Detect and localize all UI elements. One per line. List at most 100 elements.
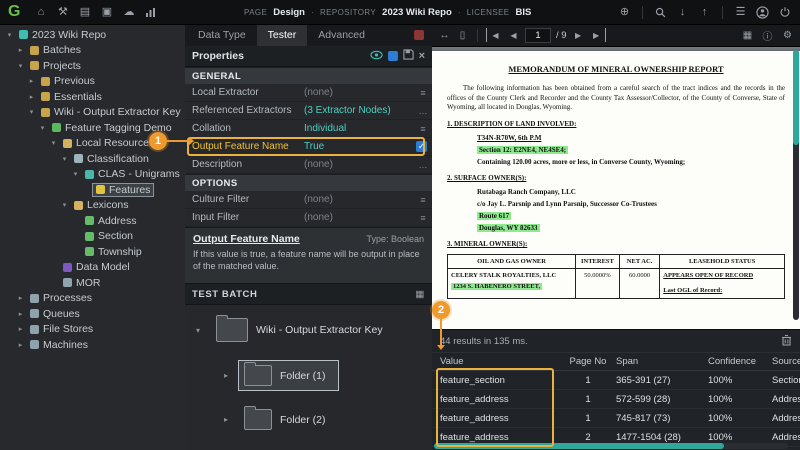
next-page-icon[interactable]: ▶ — [572, 28, 585, 42]
tab-data-type[interactable]: Data Type — [187, 25, 257, 46]
row-menu-icon[interactable]: ≡ — [414, 88, 432, 98]
expander-icon[interactable]: ▸ — [221, 415, 231, 424]
property-row-culture-filter[interactable]: Culture Filter (none) ≡ — [185, 191, 432, 209]
thumbnails-icon[interactable]: ▦ — [741, 28, 754, 42]
tab-advanced[interactable]: Advanced — [307, 25, 376, 46]
tree-item-lexicons[interactable]: ▾Lexicons — [0, 198, 185, 214]
horizontal-scrollbar[interactable] — [434, 443, 788, 449]
property-row-local-extractor[interactable]: Local Extractor (none) ≡ — [185, 84, 432, 102]
scrollbar-thumb[interactable] — [793, 50, 799, 145]
layers-icon[interactable]: ☰ — [733, 5, 748, 20]
single-page-icon[interactable]: ▯ — [456, 28, 469, 42]
tree-item-processes[interactable]: ▸Processes — [0, 291, 185, 307]
property-row-description[interactable]: Description (none) … — [185, 156, 432, 174]
dock-icon[interactable] — [388, 51, 398, 61]
row-menu-icon[interactable]: ≡ — [414, 213, 432, 223]
upload-icon[interactable]: ↑ — [697, 5, 712, 20]
expander-icon[interactable]: ▸ — [15, 46, 26, 54]
tree-item-features[interactable]: Features — [0, 182, 185, 198]
tree-item-wiki-output-extractor-key[interactable]: ▾Wiki - Output Extractor Key — [0, 105, 185, 121]
expander-icon[interactable]: ▾ — [59, 155, 70, 163]
property-row-input-filter[interactable]: Input Filter (none) ≡ — [185, 209, 432, 227]
property-value[interactable]: (none) — [304, 194, 414, 205]
tree-item-section[interactable]: Section — [0, 229, 185, 245]
expander-icon[interactable]: ▾ — [70, 170, 81, 178]
tree-item-data-model[interactable]: Data Model — [0, 260, 185, 276]
property-row-collation[interactable]: Collation Individual ≡ — [185, 120, 432, 138]
batch-root-folder[interactable]: ▾ Wiki - Output Extractor Key — [193, 313, 432, 347]
property-value[interactable]: Individual — [304, 123, 414, 134]
batch-grid-icon[interactable]: ▦ — [415, 289, 425, 300]
tree-item-file-stores[interactable]: ▸File Stores — [0, 322, 185, 338]
tree-item-mor[interactable]: MOR — [0, 275, 185, 291]
expander-icon[interactable]: ▾ — [4, 31, 15, 39]
tree-item-projects[interactable]: ▾Projects — [0, 58, 185, 74]
expander-icon[interactable]: ▾ — [48, 139, 59, 147]
column-header-value[interactable]: Value — [432, 356, 560, 367]
expander-icon[interactable]: ▸ — [26, 77, 37, 85]
checkbox-checked[interactable]: ✓ — [416, 141, 427, 152]
result-row[interactable]: feature_section 1 365-391 (27) 100% Sect… — [432, 371, 800, 390]
result-row[interactable]: feature_address 1 572-599 (28) 100% Addr… — [432, 390, 800, 409]
property-value[interactable]: (none) — [304, 87, 414, 98]
property-value[interactable]: True — [304, 141, 416, 152]
column-header-span[interactable]: Span — [616, 356, 708, 367]
archive-icon[interactable]: ▤ — [77, 5, 92, 20]
property-value[interactable]: (none) — [304, 159, 414, 170]
row-menu-icon[interactable]: ≡ — [414, 124, 432, 134]
repository-value[interactable]: 2023 Wiki Repo — [382, 7, 452, 18]
power-icon[interactable] — [777, 5, 792, 20]
chart-icon[interactable] — [143, 5, 158, 20]
highlighted-address-text[interactable]: Douglas, WY 82633 — [477, 224, 540, 232]
expander-icon[interactable]: ▾ — [15, 62, 26, 70]
tree-item-township[interactable]: Township — [0, 244, 185, 260]
cloud-icon[interactable]: ☁ — [121, 5, 136, 20]
tab-tester[interactable]: Tester — [257, 25, 308, 46]
property-row-output-feature-name[interactable]: Output Feature Name True ✓ — [185, 138, 432, 156]
vertical-scrollbar[interactable] — [793, 50, 799, 320]
settings-icon[interactable]: ⚙ — [781, 28, 794, 42]
batch-folder-1[interactable]: ▸ Folder (1) — [221, 360, 432, 391]
trash-icon[interactable] — [781, 334, 792, 349]
tree-item-queues[interactable]: ▸Queues — [0, 306, 185, 322]
alert-icon[interactable] — [414, 30, 424, 40]
user-icon[interactable] — [755, 5, 770, 20]
close-icon[interactable]: × — [419, 50, 425, 62]
tree-item-repo-root[interactable]: ▾2023 Wiki Repo — [0, 27, 185, 43]
previous-page-icon[interactable]: ◀ — [507, 28, 520, 42]
tools-icon[interactable]: ⚒ — [55, 5, 70, 20]
tree-item-clas-unigrams[interactable]: ▾CLAS - Unigrams — [0, 167, 185, 183]
tree-item-previous[interactable]: ▸Previous — [0, 74, 185, 90]
expander-icon[interactable]: ▾ — [59, 201, 70, 209]
app-logo[interactable]: G — [8, 3, 20, 21]
save-icon[interactable] — [403, 49, 414, 63]
result-row[interactable]: feature_address 1 745-817 (73) 100% Addr… — [432, 409, 800, 428]
info-icon[interactable]: ⓘ — [761, 28, 774, 42]
fit-width-icon[interactable]: ↔ — [438, 28, 451, 42]
expander-icon[interactable]: ▾ — [37, 124, 48, 132]
page-value[interactable]: Design — [273, 7, 305, 18]
property-value[interactable]: (none) — [304, 212, 414, 223]
ellipsis-icon[interactable]: … — [414, 160, 432, 170]
column-header-source[interactable]: Source — [772, 356, 800, 367]
package-icon[interactable]: ▣ — [99, 5, 114, 20]
expander-icon[interactable]: ▸ — [15, 341, 26, 349]
search-icon[interactable] — [653, 5, 668, 20]
column-header-page[interactable]: Page No — [560, 356, 616, 367]
row-menu-icon[interactable]: ≡ — [414, 195, 432, 205]
first-page-icon[interactable]: ◀ — [486, 28, 502, 42]
expander-icon[interactable]: ▸ — [221, 371, 231, 380]
highlighted-address-text[interactable]: 1234 S. HABENERO STREET, — [451, 283, 542, 290]
add-icon[interactable]: ⊕ — [617, 5, 632, 20]
page-number-input[interactable]: 1 — [525, 28, 551, 43]
scrollbar-thumb[interactable] — [434, 443, 724, 449]
property-row-referenced-extractors[interactable]: Referenced Extractors (3 Extractor Nodes… — [185, 102, 432, 120]
expander-icon[interactable]: ▾ — [193, 326, 203, 335]
tree-item-batches[interactable]: ▸Batches — [0, 43, 185, 59]
expander-icon[interactable]: ▸ — [15, 310, 26, 318]
home-icon[interactable]: ⌂ — [33, 5, 48, 20]
ellipsis-icon[interactable]: … — [414, 106, 432, 116]
expander-icon[interactable]: ▸ — [15, 294, 26, 302]
highlighted-section-text[interactable]: Section 12: E2NE4, NE4SE4; — [477, 146, 568, 154]
tree-item-classification[interactable]: ▾Classification — [0, 151, 185, 167]
